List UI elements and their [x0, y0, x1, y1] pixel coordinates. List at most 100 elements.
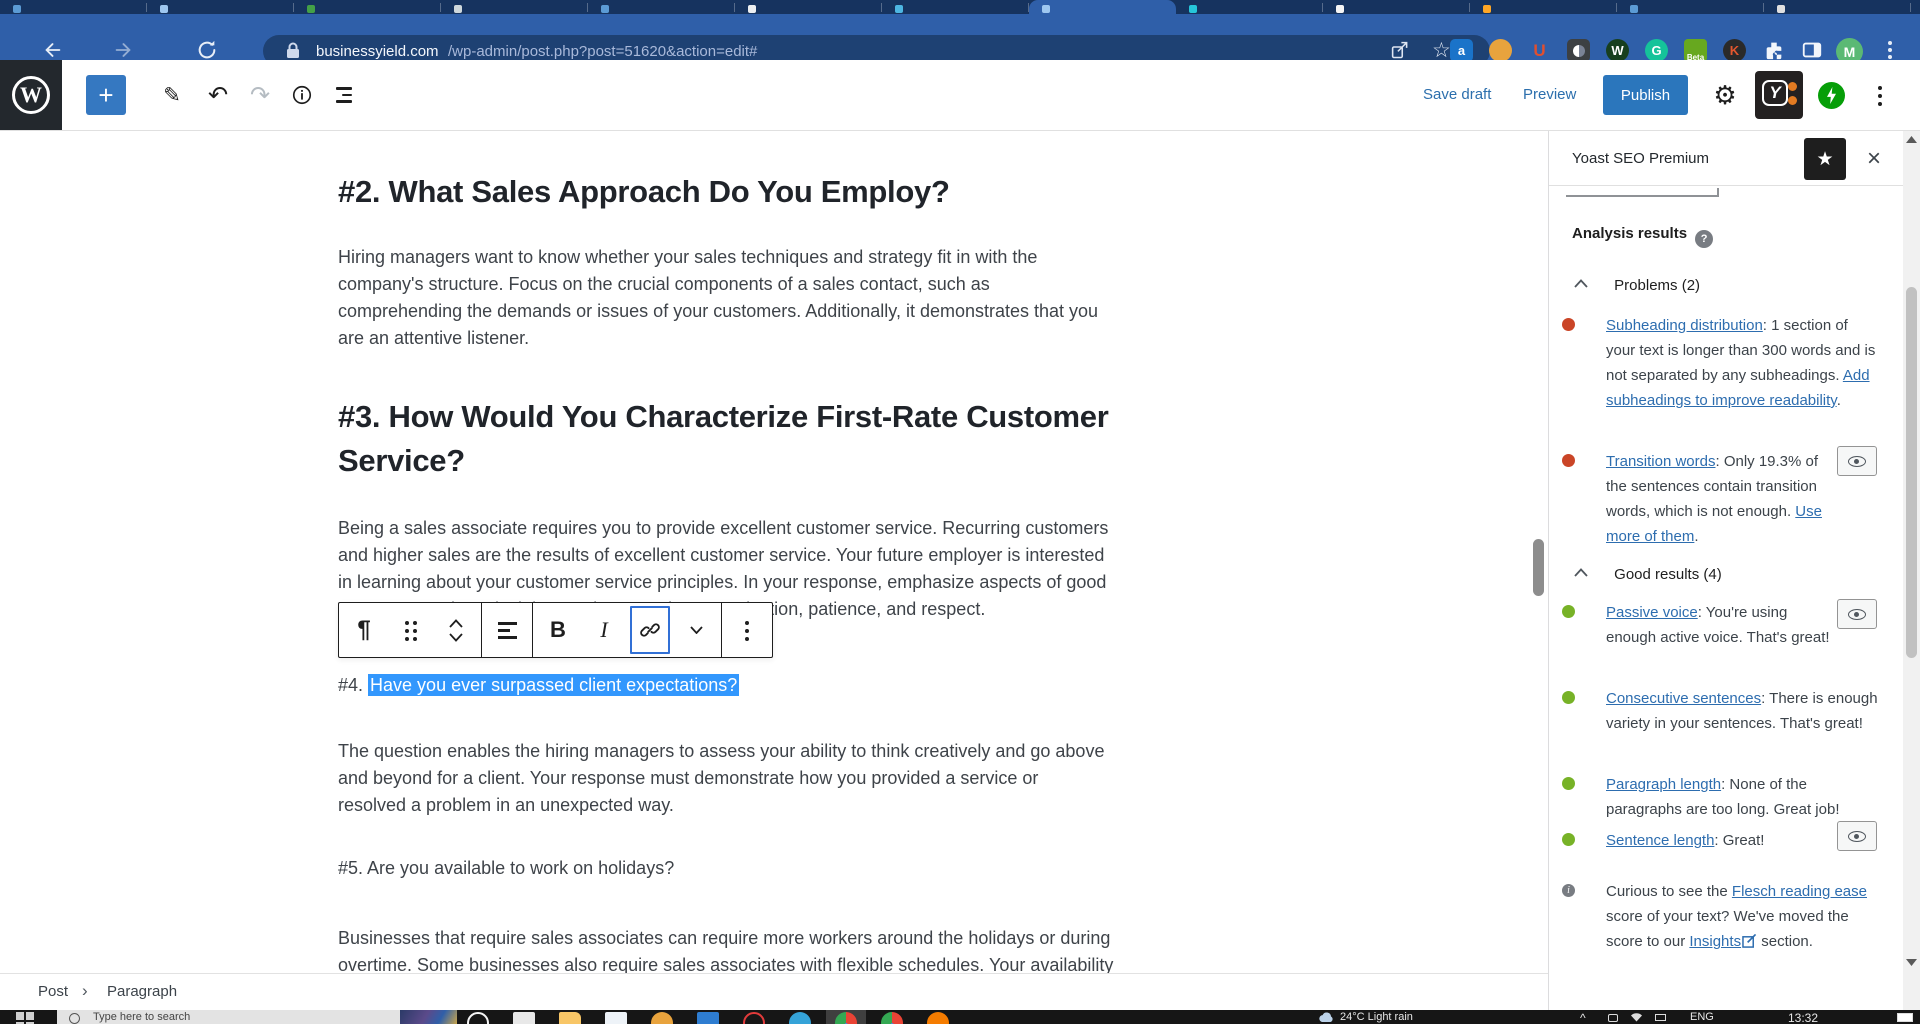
yoast-analysis-link[interactable]: Flesch reading ease	[1732, 883, 1867, 900]
reload-icon[interactable]	[196, 39, 218, 61]
problems-section-toggle[interactable]: Problems (2)	[1574, 277, 1700, 294]
italic-button[interactable]: I	[581, 603, 627, 657]
panel-scrollbar-thumb[interactable]	[1906, 287, 1917, 658]
browser-tab[interactable]	[441, 0, 588, 14]
paragraph-q4-body[interactable]: The question enables the hiring managers…	[338, 738, 1104, 819]
highlight-eye-button[interactable]	[1837, 821, 1877, 851]
chrome-icon[interactable]	[881, 1012, 903, 1024]
breadcrumb-root[interactable]: Post	[38, 983, 68, 1000]
u-extension-icon[interactable]: U	[1528, 39, 1551, 62]
keeper-icon[interactable]: K	[1723, 39, 1746, 62]
task-view-icon[interactable]	[513, 1012, 535, 1024]
panel-scrollbar[interactable]	[1903, 131, 1920, 1010]
redo-icon[interactable]: ↷	[240, 75, 280, 115]
browser-tab[interactable]	[1323, 0, 1470, 14]
share-icon[interactable]	[1390, 40, 1411, 61]
browser-tab[interactable]	[882, 0, 1029, 14]
browser-tab[interactable]	[1176, 0, 1323, 14]
paragraph-q2[interactable]: Hiring managers want to know whether you…	[338, 244, 1098, 352]
highlight-eye-button[interactable]	[1837, 446, 1877, 476]
list-view-icon[interactable]	[324, 75, 364, 115]
close-panel-icon[interactable]: ×	[1859, 144, 1889, 174]
paragraph-block-icon[interactable]: ¶	[341, 603, 387, 657]
q4-selected-text[interactable]: Have you ever surpassed client expectati…	[368, 674, 739, 696]
store-icon[interactable]	[651, 1012, 673, 1024]
dark-mode-icon[interactable]	[1567, 39, 1590, 62]
details-info-icon[interactable]	[282, 75, 322, 115]
grammarly-icon[interactable]: G	[1645, 39, 1668, 62]
start-button-icon[interactable]	[16, 1012, 34, 1024]
browser-tab[interactable]	[1617, 0, 1764, 14]
post-editor-canvas[interactable]: #2. What Sales Approach Do You Employ? H…	[0, 131, 1548, 973]
drag-handle-icon[interactable]	[387, 603, 433, 657]
edge-icon[interactable]	[789, 1012, 811, 1024]
clock[interactable]: 13:32	[1788, 1011, 1818, 1024]
firefox-icon[interactable]	[927, 1012, 949, 1024]
yoast-analysis-link[interactable]: Consecutive sentences	[1606, 690, 1761, 707]
preview-button[interactable]: Preview	[1523, 86, 1576, 103]
more-formats-chevron-icon[interactable]	[673, 603, 719, 657]
browser-tab[interactable]	[1764, 0, 1911, 14]
heading-q3[interactable]: #3. How Would You Characterize First-Rat…	[338, 395, 1109, 483]
photos-app-icon[interactable]	[605, 1012, 627, 1024]
paragraph-q5[interactable]: #5. Are you available to work on holiday…	[338, 855, 674, 882]
link-button[interactable]	[627, 603, 673, 657]
language-indicator[interactable]: ENG	[1690, 1011, 1714, 1023]
good-results-section-toggle[interactable]: Good results (4)	[1574, 566, 1722, 583]
yoast-analysis-link[interactable]: Paragraph length	[1606, 776, 1721, 793]
settings-gear-icon[interactable]: ⚙	[1705, 75, 1745, 115]
browser-tab[interactable]	[735, 0, 882, 14]
help-icon[interactable]: ?	[1695, 230, 1713, 248]
browser-tab[interactable]	[0, 0, 147, 14]
options-menu-icon[interactable]	[1860, 75, 1900, 115]
add-block-button[interactable]: +	[86, 75, 126, 115]
yoast-analysis-link[interactable]: Add subheadings to improve readability	[1606, 367, 1870, 409]
paragraph-q4[interactable]: #4. Have you ever surpassed client expec…	[338, 672, 739, 699]
heading-q2[interactable]: #2. What Sales Approach Do You Employ?	[338, 170, 950, 214]
keyboard-tray-icon[interactable]	[1655, 1014, 1666, 1021]
browser-tab[interactable]	[588, 0, 735, 14]
file-explorer-icon[interactable]	[559, 1012, 581, 1024]
save-draft-button[interactable]: Save draft	[1423, 86, 1491, 103]
cortana-icon[interactable]	[467, 1012, 489, 1024]
beta-extension-icon[interactable]: Beta	[1684, 39, 1707, 62]
bold-button[interactable]: B	[535, 603, 581, 657]
yoast-analysis-link[interactable]: Passive voice	[1606, 604, 1698, 621]
coin-icon[interactable]	[1489, 39, 1512, 62]
browser-tab[interactable]	[1470, 0, 1617, 14]
highlight-eye-button[interactable]	[1837, 599, 1877, 629]
align-text-icon[interactable]	[484, 603, 530, 657]
undo-icon[interactable]: ↶	[198, 75, 238, 115]
wordpress-logo[interactable]: W	[0, 60, 62, 130]
weather-text[interactable]: 24°C Light rain	[1340, 1011, 1413, 1023]
paragraph-q5-body[interactable]: Businesses that require sales associates…	[338, 925, 1113, 973]
block-options-icon[interactable]	[724, 603, 770, 657]
notification-center-icon[interactable]	[1897, 1013, 1913, 1022]
editor-scrollbar[interactable]	[1533, 539, 1544, 596]
browser-tab[interactable]	[294, 0, 441, 14]
mail-icon[interactable]	[697, 1012, 719, 1024]
yoast-analysis-link[interactable]: Use more of them	[1606, 503, 1822, 545]
publish-button[interactable]: Publish	[1603, 75, 1688, 115]
yoast-analysis-link[interactable]: Transition words	[1606, 453, 1715, 470]
jetpack-icon[interactable]	[1818, 82, 1845, 109]
tray-device-icon[interactable]	[1608, 1014, 1618, 1022]
back-icon[interactable]	[42, 39, 64, 61]
yoast-analysis-link[interactable]: Insights	[1689, 933, 1741, 950]
yoast-seo-icon[interactable]: Y	[1755, 71, 1803, 119]
forward-icon[interactable]	[112, 39, 134, 61]
weather-widget-thumbnail[interactable]	[400, 1010, 457, 1024]
tray-caret-icon[interactable]: ^	[1580, 1011, 1586, 1024]
browser-tab-strip[interactable]	[0, 0, 1920, 14]
opera-icon[interactable]	[743, 1012, 765, 1024]
yoast-analysis-link[interactable]: Subheading distribution	[1606, 317, 1763, 334]
tools-pencil-icon[interactable]: ✎	[152, 75, 192, 115]
yoast-analysis-link[interactable]: Sentence length	[1606, 832, 1714, 849]
taskbar-search-box[interactable]: Type here to search	[57, 1010, 457, 1024]
amazon-assistant-icon[interactable]: a	[1450, 39, 1473, 62]
browser-menu-icon[interactable]	[1888, 41, 1892, 45]
block-mover-icons[interactable]	[433, 603, 479, 657]
browser-tab-active[interactable]	[1029, 0, 1176, 14]
browser-tab[interactable]	[147, 0, 294, 14]
pin-star-button[interactable]: ★	[1804, 138, 1846, 180]
